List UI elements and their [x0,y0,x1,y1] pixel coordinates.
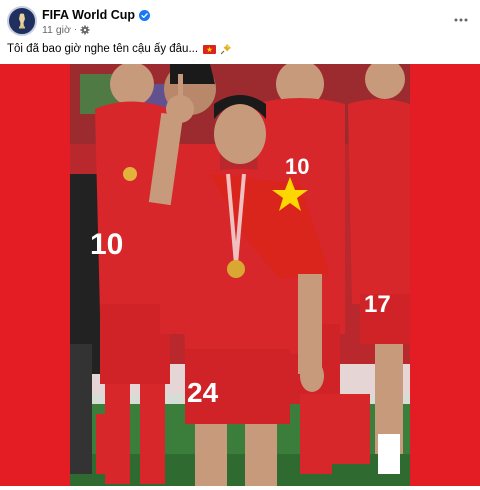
vietnam-flag-emoji-icon [203,44,217,54]
facebook-post: FIFA World Cup 11 giờ · Tôi đã bao giờ n… [0,0,480,490]
team-celebration-photo: 10 10 17 24 [0,64,480,486]
page-avatar[interactable] [7,6,37,36]
more-options-icon [454,18,468,22]
fifa-world-cup-logo-icon [12,11,32,31]
svg-text:17: 17 [364,291,391,318]
post-meta: 11 giờ · [42,23,90,36]
post-timestamp[interactable]: 11 giờ [42,24,71,36]
svg-text:24: 24 [187,377,219,408]
more-options-button[interactable] [450,9,472,31]
author-line: FIFA World Cup [42,7,151,23]
pushpin-emoji-icon [220,43,232,55]
caption-text: Tôi đã bao giờ nghe tên cậu ấy đâu... [7,43,199,55]
post-header: FIFA World Cup 11 giờ · [0,0,480,40]
author-name[interactable]: FIFA World Cup [42,8,135,22]
post-photo[interactable]: 10 10 17 24 [0,64,480,486]
gear-icon [80,25,90,35]
post-caption: Tôi đã bao giờ nghe tên cậu ấy đâu... [7,41,232,57]
svg-text:10: 10 [285,154,309,179]
svg-text:10: 10 [90,228,123,261]
verified-badge-icon [139,9,151,21]
meta-separator: · [73,24,78,35]
